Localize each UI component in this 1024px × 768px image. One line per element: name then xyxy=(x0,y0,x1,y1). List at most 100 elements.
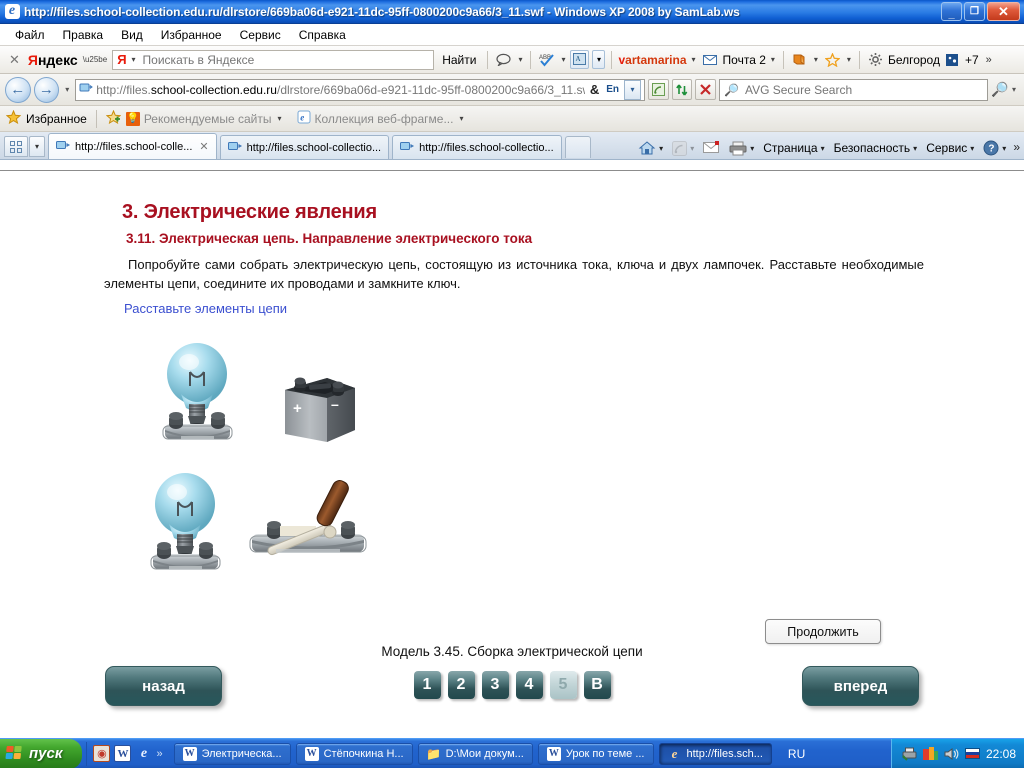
word-icon[interactable]: W xyxy=(114,745,132,762)
chevron-down-icon[interactable]: ▾ xyxy=(690,55,698,64)
forward-button[interactable]: вперед xyxy=(802,666,919,706)
recent-pages-icon[interactable]: ▾ xyxy=(62,85,72,94)
favorites-label[interactable]: Избранное xyxy=(26,112,87,126)
chevron-down-icon[interactable]: ▾ xyxy=(1002,144,1006,153)
chevron-down-icon[interactable]: ▾ xyxy=(913,144,917,153)
overflow-icon[interactable]: » xyxy=(1013,140,1020,154)
chevron-down-icon[interactable]: ▾ xyxy=(559,55,567,64)
refresh-icon[interactable] xyxy=(671,79,693,100)
page-button-1[interactable]: 1 xyxy=(413,671,441,699)
rss-feed-icon[interactable] xyxy=(648,79,669,100)
printer-tray-icon[interactable] xyxy=(902,746,917,761)
chevron-down-icon[interactable]: ▾ xyxy=(457,114,465,123)
chevron-down-icon[interactable]: ▾ xyxy=(516,55,524,64)
back-button[interactable]: назад xyxy=(105,666,222,706)
chevron-down-icon[interactable]: ▾ xyxy=(769,55,777,64)
clock[interactable]: 22:08 xyxy=(986,747,1016,761)
avg-search-box[interactable]: 🔍 xyxy=(719,78,988,101)
yandex-city-label[interactable]: Белгород xyxy=(888,53,940,67)
menu-edit[interactable]: Правка xyxy=(54,25,113,45)
back-arrow-icon[interactable]: ← xyxy=(5,76,31,103)
tab-3[interactable]: http://files.school-collectio... xyxy=(392,135,562,159)
close-icon[interactable]: ✕ xyxy=(199,140,208,153)
page-button-v[interactable]: В xyxy=(583,671,611,699)
close-button[interactable]: ✕ xyxy=(987,2,1020,21)
colorful-app-icon[interactable] xyxy=(922,746,938,761)
task-link[interactable]: Расставьте элементы цепи xyxy=(124,301,287,316)
taskbar-button-1[interactable]: W Электрическа... xyxy=(173,742,291,765)
address-bar[interactable]: http://files.school-collection.edu.ru/dl… xyxy=(75,78,645,101)
fav-web-slice-gallery[interactable]: e Коллекция веб-фрагме... ▾ xyxy=(297,110,466,127)
yandex-search-box[interactable]: Я ▾ xyxy=(112,49,435,70)
taskbar-button-2[interactable]: W Стёпочкина Н... xyxy=(295,742,413,765)
chevron-down-icon[interactable]: ▾ xyxy=(845,55,853,64)
internet-explorer-icon[interactable]: e xyxy=(135,745,152,762)
read-mail-icon[interactable] xyxy=(703,141,720,155)
forward-arrow-icon[interactable]: → xyxy=(33,76,60,103)
taskbar-button-4[interactable]: W Урок по теме ... xyxy=(537,742,654,765)
tab-1[interactable]: http://files.school-colle... ✕ xyxy=(48,133,217,159)
tab-2[interactable]: http://files.school-collectio... xyxy=(219,135,390,159)
menu-view[interactable]: Вид xyxy=(112,25,152,45)
restore-button[interactable]: ❐ xyxy=(964,2,985,21)
bookmarks-icon[interactable] xyxy=(790,50,809,69)
new-tab-button[interactable] xyxy=(564,136,591,158)
avg-search-input[interactable] xyxy=(742,81,983,98)
overflow-icon[interactable]: » xyxy=(982,54,992,66)
favorites-star-icon[interactable] xyxy=(5,109,22,127)
yandex-find-button[interactable]: Найти xyxy=(437,53,481,67)
media-player-icon[interactable]: ◉ xyxy=(93,745,111,762)
cmd-tools[interactable]: Сервис xyxy=(926,141,967,155)
language-indicator[interactable]: RU xyxy=(772,747,819,761)
home-icon[interactable] xyxy=(638,140,656,156)
chevron-down-icon[interactable]: ▾ xyxy=(1009,85,1019,94)
help-icon[interactable]: ? xyxy=(983,140,999,156)
language-icon[interactable]: En xyxy=(604,84,621,95)
menu-tools[interactable]: Сервис xyxy=(231,25,290,45)
chevron-down-icon[interactable]: ▾ xyxy=(130,55,138,64)
spellcheck-icon[interactable]: ABB xyxy=(537,50,556,69)
speech-bubble-icon[interactable] xyxy=(494,50,513,69)
yandex-search-input[interactable] xyxy=(140,51,430,68)
continue-button[interactable]: Продолжить xyxy=(765,619,881,644)
cmd-page[interactable]: Страница xyxy=(763,141,817,155)
chevron-down-icon[interactable]: ▾ xyxy=(812,55,820,64)
lamp-2[interactable] xyxy=(133,466,238,579)
star-outline-icon[interactable] xyxy=(823,50,842,69)
chevron-down-icon[interactable]: ▾ xyxy=(276,114,284,123)
chevron-down-icon[interactable]: ▾ xyxy=(592,50,606,69)
add-to-favorites-icon[interactable] xyxy=(105,109,122,127)
taskbar-button-5[interactable]: e http://files.sch... xyxy=(658,742,772,765)
chevron-down-icon[interactable]: ▾ xyxy=(821,144,825,153)
lamp-1[interactable] xyxy=(145,336,250,449)
switch[interactable] xyxy=(238,471,378,574)
yandex-logo[interactable]: Яндекс xyxy=(28,52,78,68)
quick-launch-overflow-icon[interactable]: » xyxy=(156,748,162,760)
taskbar-button-3[interactable]: 📁 D:\Мои докум... xyxy=(417,742,533,765)
page-button-2[interactable]: 2 xyxy=(447,671,475,699)
stop-icon[interactable] xyxy=(695,79,717,100)
avg-search-submit[interactable]: 🔍 ▾ xyxy=(991,81,1019,98)
page-button-3[interactable]: 3 xyxy=(481,671,509,699)
menu-favorites[interactable]: Избранное xyxy=(152,25,231,45)
quick-tabs-icon[interactable] xyxy=(4,136,28,157)
start-button[interactable]: пуск xyxy=(0,738,83,768)
page-button-4[interactable]: 4 xyxy=(515,671,543,699)
cmd-safety[interactable]: Безопасность xyxy=(834,141,911,155)
chevron-down-icon[interactable]: \u25be xyxy=(81,55,109,64)
translate-icon[interactable]: A xyxy=(570,50,590,69)
fav-suggested-sites[interactable]: 💡 Рекомендуемые сайты ▾ xyxy=(125,111,284,126)
yandex-account-button[interactable]: vartamarina xyxy=(618,53,686,67)
minimize-button[interactable]: _ xyxy=(941,2,962,21)
toolbar-close-icon[interactable]: ✕ xyxy=(4,52,25,68)
gear-icon[interactable] xyxy=(866,50,885,69)
battery[interactable]: + – xyxy=(281,364,363,457)
menu-help[interactable]: Справка xyxy=(290,25,355,45)
chevron-down-icon[interactable]: ▾ xyxy=(970,144,974,153)
tab-list-icon[interactable]: ▾ xyxy=(29,136,45,157)
ampersand-icon[interactable]: & xyxy=(588,82,601,97)
printer-icon[interactable] xyxy=(729,141,747,156)
chevron-down-icon[interactable]: ▾ xyxy=(659,144,663,153)
russian-flag-icon[interactable] xyxy=(964,748,980,759)
menu-file[interactable]: Файл xyxy=(6,25,54,45)
